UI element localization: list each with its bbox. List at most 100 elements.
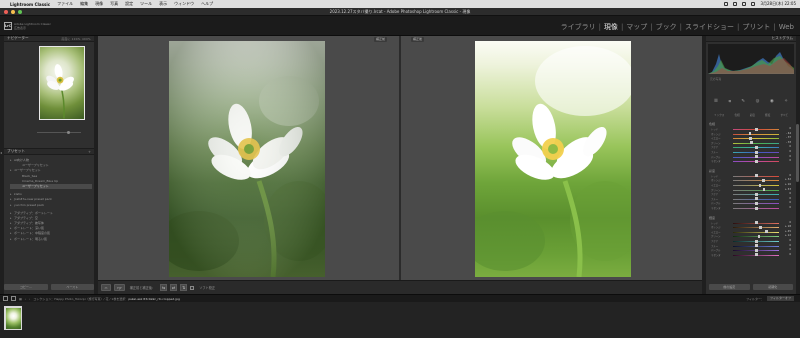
module-tab[interactable]: プリント (742, 22, 770, 32)
menu-item[interactable]: 編集 (80, 1, 88, 7)
main-window-icon[interactable] (3, 296, 8, 301)
slider-knob[interactable] (755, 150, 758, 154)
slider-value[interactable]: 0 (789, 145, 791, 148)
slider-track[interactable] (733, 138, 779, 140)
slider-value[interactable]: 0 (789, 244, 791, 247)
slider-knob[interactable] (755, 206, 758, 210)
hsl-tab[interactable]: 彩度 (750, 113, 755, 117)
menu-item[interactable]: ウィンドウ (174, 1, 194, 7)
grid-view-icon[interactable]: ▦ (19, 297, 22, 301)
slider-value[interactable]: 0 (789, 197, 791, 200)
after-photo[interactable] (475, 41, 631, 277)
hsl-tab[interactable]: 色相 (734, 113, 739, 117)
slider-track[interactable] (733, 185, 779, 186)
before-photo[interactable] (169, 41, 325, 277)
slider-knob[interactable] (762, 178, 765, 182)
slider-value[interactable]: + 33 (785, 188, 791, 191)
loupe-view-button[interactable]: ▭ (101, 284, 111, 291)
slider-track[interactable] (733, 180, 779, 182)
slider-value[interactable]: 0 (789, 253, 791, 256)
slider-track[interactable] (733, 142, 779, 144)
forward-icon[interactable]: › (29, 297, 30, 301)
slider-value[interactable]: - 33 (786, 141, 791, 144)
slider-knob[interactable] (748, 132, 752, 136)
zoom-window-icon[interactable] (18, 10, 22, 14)
navigator-preview[interactable] (39, 46, 85, 120)
slider-value[interactable]: 0 (789, 174, 791, 177)
back-icon[interactable]: ‹ (25, 297, 26, 301)
slider-knob[interactable] (755, 244, 758, 248)
histogram-header[interactable]: ヒストグラム (706, 36, 796, 42)
histogram-chart[interactable] (708, 44, 794, 74)
slider-value[interactable]: 0 (789, 150, 791, 153)
menubar-clock[interactable]: 3月28日(木) 22:05 (760, 1, 796, 7)
paste-button[interactable]: ペースト (50, 284, 94, 290)
copy-after-to-before-icon[interactable]: ⇄ (170, 284, 178, 291)
status-icon[interactable] (724, 2, 729, 6)
slider-knob[interactable] (755, 221, 758, 225)
edit-sliders-icon[interactable]: ☰ (714, 99, 718, 105)
module-tab[interactable]: 現像 (604, 22, 618, 32)
module-tab[interactable]: マップ (626, 22, 647, 32)
copy-button[interactable]: コピー... (4, 284, 48, 290)
slider-knob[interactable] (762, 188, 766, 192)
slider-value[interactable]: 0 (789, 127, 791, 130)
slider-knob[interactable] (755, 159, 758, 163)
slider-track[interactable] (733, 231, 779, 233)
hsl-tab[interactable]: 輝度 (765, 113, 770, 117)
red-eye-icon[interactable]: ◉ (770, 99, 774, 105)
slider-knob[interactable] (755, 155, 758, 159)
presets-header[interactable]: プリセット + (4, 148, 94, 155)
navigator-slider[interactable] (7, 131, 91, 134)
slider-knob[interactable] (755, 197, 758, 201)
reset-button[interactable]: 初期化 (752, 284, 793, 290)
slider-value[interactable]: 0 (789, 201, 791, 204)
right-panel-scrollbar[interactable] (796, 124, 799, 182)
slider-knob[interactable] (750, 141, 753, 145)
healing-icon[interactable]: ✎ (741, 99, 745, 105)
slider-track[interactable] (733, 227, 779, 229)
slider-value[interactable]: 0 (789, 192, 791, 195)
menu-item[interactable]: 表示 (159, 1, 167, 7)
filter-dropdown[interactable]: フィルターオフ (767, 296, 794, 301)
collapse-left-panel-icon[interactable]: ◂ (0, 150, 3, 156)
menu-item[interactable]: ツール (140, 1, 152, 7)
module-tab[interactable]: スライドショー (685, 22, 734, 32)
slider-value[interactable]: 0 (789, 221, 791, 224)
hsl-tab[interactable]: ミックス (714, 113, 724, 117)
after-pane[interactable]: 補正後 (401, 36, 702, 280)
slider-knob[interactable] (755, 127, 758, 131)
navigator-zoom-options[interactable]: 画面に 100% 400% (62, 37, 91, 41)
slider-knob[interactable] (749, 136, 752, 140)
slider-track[interactable] (733, 236, 779, 238)
control-center-icon[interactable] (751, 2, 756, 6)
slider-track[interactable] (733, 133, 779, 135)
slider-knob[interactable] (67, 131, 70, 134)
hsl-tab[interactable]: すべて (781, 113, 789, 117)
slider-knob[interactable] (759, 225, 762, 229)
second-window-icon[interactable] (11, 296, 16, 301)
hsl-slider-row[interactable]: マゼンタ 0 (709, 206, 793, 211)
soft-proof-checkbox[interactable] (190, 285, 195, 290)
slider-knob[interactable] (757, 234, 761, 238)
wifi-icon[interactable] (742, 2, 747, 6)
before-pane[interactable]: 補正前 (98, 36, 399, 280)
masking-icon[interactable]: ◎ (756, 99, 760, 105)
slider-value[interactable]: 0 (789, 155, 791, 158)
add-preset-icon[interactable]: + (88, 150, 91, 154)
crop-icon[interactable]: ⌗ (728, 99, 730, 105)
copy-before-to-after-icon[interactable]: ⇆ (160, 284, 168, 291)
previous-settings-button[interactable]: 前の設定 (709, 284, 750, 290)
slider-value[interactable]: 0 (789, 159, 791, 162)
slider-knob[interactable] (755, 174, 758, 178)
close-window-icon[interactable] (4, 10, 8, 14)
menu-item[interactable]: 現像 (95, 1, 103, 7)
navigator-header[interactable]: ナビゲーター 画面に 100% 400% (4, 36, 94, 42)
slider-knob[interactable] (755, 201, 758, 205)
menu-item[interactable]: ヘルプ (201, 1, 213, 7)
status-icon[interactable] (733, 2, 738, 6)
menu-item[interactable]: 写真 (110, 1, 118, 7)
slider-value[interactable]: + 32 (785, 178, 791, 181)
menu-item[interactable]: 設定 (125, 1, 133, 7)
slider-knob[interactable] (755, 145, 758, 149)
